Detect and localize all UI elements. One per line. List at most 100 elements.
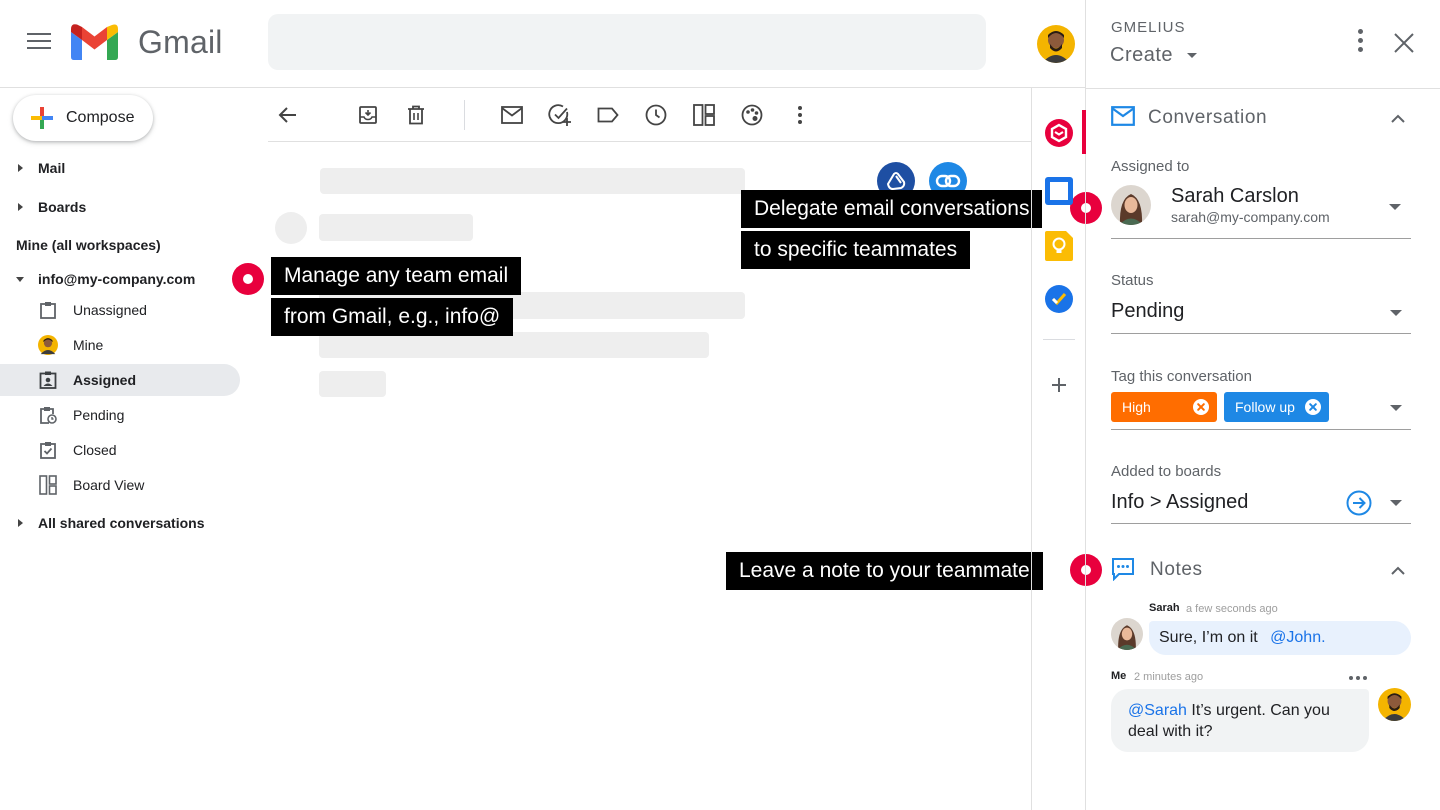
sidebar-item-closed[interactable]: Closed xyxy=(0,434,240,466)
remove-tag-icon[interactable] xyxy=(1305,399,1321,415)
hotspot-dot[interactable] xyxy=(1070,554,1102,586)
toolbar-divider xyxy=(464,100,465,130)
search-bar[interactable] xyxy=(268,14,986,70)
more-vert-icon[interactable] xyxy=(788,103,812,127)
app-strip-divider xyxy=(1031,88,1032,810)
board-icon xyxy=(38,475,58,495)
nav-mail[interactable]: Mail xyxy=(0,160,65,176)
gmelius-app-icon[interactable] xyxy=(1045,119,1073,147)
sidebar-item-label: Mine xyxy=(73,337,104,353)
delete-icon[interactable] xyxy=(404,103,428,127)
callout-note: Leave a note to your teammate xyxy=(726,552,1043,590)
sidebar-item-board-view[interactable]: Board View xyxy=(0,469,240,501)
gmail-wordmark: Gmail xyxy=(138,24,223,60)
status-value[interactable]: Pending xyxy=(1111,300,1184,323)
callout-delegate-line1: Delegate email conversations xyxy=(741,190,1043,228)
assignee-dropdown-icon[interactable] xyxy=(1389,204,1401,210)
remove-tag-icon[interactable] xyxy=(1193,399,1209,415)
note-options-icon[interactable] xyxy=(1348,668,1368,680)
collapse-icon xyxy=(16,276,24,282)
panel-more-icon[interactable] xyxy=(1350,29,1370,57)
sidebar-item-pending[interactable]: Pending xyxy=(0,399,240,431)
assignee-name: Sarah Carslon xyxy=(1171,185,1299,207)
hotspot-dot[interactable] xyxy=(1070,192,1102,224)
mail-icon xyxy=(1111,106,1137,130)
compose-label: Compose xyxy=(66,109,135,126)
conversation-section-title: Conversation xyxy=(1148,107,1268,128)
tag-underline xyxy=(1111,429,1411,430)
hotspot-dot[interactable] xyxy=(232,263,264,295)
subject-placeholder xyxy=(320,168,745,194)
assignee-avatar xyxy=(1111,185,1151,225)
assigned-to-label: Assigned to xyxy=(1111,158,1190,175)
board-icon[interactable] xyxy=(692,103,716,127)
nav-account[interactable]: info@my-company.com xyxy=(0,271,195,287)
gmelius-brand: GMELIUS xyxy=(1111,19,1186,36)
strip-divider xyxy=(1043,339,1075,340)
expand-icon xyxy=(18,203,23,211)
create-label: Create xyxy=(1110,44,1174,66)
assigned-icon xyxy=(38,370,58,390)
note-author-avatar xyxy=(1111,618,1143,650)
nav-boards[interactable]: Boards xyxy=(0,199,86,215)
tag-chip-follow-up[interactable]: Follow up xyxy=(1224,392,1329,422)
sender-name-placeholder xyxy=(319,214,473,241)
expand-icon xyxy=(18,164,23,172)
note-text: It’s urgent. Can you xyxy=(1186,702,1330,719)
note-author: Sarah xyxy=(1149,602,1180,614)
nav-mine-all-label: Mine (all workspaces) xyxy=(16,237,161,253)
sidebar-item-unassigned[interactable]: Unassigned xyxy=(0,294,240,326)
boards-dropdown-icon[interactable] xyxy=(1390,500,1402,506)
note-time: a few seconds ago xyxy=(1186,603,1278,615)
status-underline xyxy=(1111,333,1411,334)
nav-all-shared-label: All shared conversations xyxy=(38,515,205,531)
close-icon[interactable] xyxy=(1392,31,1416,55)
sidebar-item-label: Assigned xyxy=(73,372,137,388)
calendar-app-icon[interactable] xyxy=(1045,177,1073,205)
snooze-clock-icon[interactable] xyxy=(644,103,668,127)
compose-button[interactable]: Compose xyxy=(13,95,153,141)
tag-label: Tag this conversation xyxy=(1111,368,1252,385)
mark-unread-icon[interactable] xyxy=(500,103,524,127)
comment-icon xyxy=(1111,557,1137,582)
nav-account-label: info@my-company.com xyxy=(38,271,196,287)
gmail-logo-icon[interactable] xyxy=(71,24,118,60)
note-mention[interactable]: @Sarah xyxy=(1128,702,1187,719)
compose-plus-icon xyxy=(31,107,53,129)
nav-all-shared[interactable]: All shared conversations xyxy=(0,515,205,531)
sidebar-item-label: Board View xyxy=(73,477,145,493)
assignee-underline xyxy=(1111,238,1411,239)
clipboard-icon xyxy=(38,300,58,320)
note-bubble: @Sarah It’s urgent. Can you deal with it… xyxy=(1111,689,1369,752)
gmail-header: Gmail xyxy=(0,0,1085,88)
clipboard-clock-icon xyxy=(38,405,58,425)
add-app-plus-icon[interactable] xyxy=(1045,371,1073,399)
main-menu-icon[interactable] xyxy=(27,33,51,51)
add-task-icon[interactable] xyxy=(548,103,572,127)
archive-icon[interactable] xyxy=(356,103,380,127)
back-arrow-icon[interactable] xyxy=(276,103,300,127)
collapse-chevron-icon[interactable] xyxy=(1391,563,1405,577)
nav-mine-all[interactable]: Mine (all workspaces) xyxy=(16,237,161,253)
keep-app-icon[interactable] xyxy=(1045,231,1073,261)
collapse-chevron-icon[interactable] xyxy=(1391,111,1405,125)
create-dropdown[interactable]: Create xyxy=(1110,44,1198,67)
open-board-arrow-icon[interactable] xyxy=(1346,490,1372,516)
note-text: deal with it? xyxy=(1128,723,1213,740)
note-author: Me xyxy=(1111,670,1127,682)
status-label: Status xyxy=(1111,272,1154,289)
palette-icon[interactable] xyxy=(740,103,764,127)
sidebar-item-assigned[interactable]: Assigned xyxy=(0,364,240,396)
sidebar-item-label: Pending xyxy=(73,407,125,423)
tasks-app-icon[interactable] xyxy=(1045,285,1073,313)
note-mention[interactable]: @John. xyxy=(1270,629,1325,646)
boards-value[interactable]: Info > Assigned xyxy=(1111,491,1248,514)
status-dropdown-icon[interactable] xyxy=(1390,310,1402,316)
sidebar-item-mine[interactable]: Mine xyxy=(0,329,240,361)
label-icon[interactable] xyxy=(596,103,620,127)
tag-dropdown-icon[interactable] xyxy=(1390,405,1402,411)
boards-label: Added to boards xyxy=(1111,463,1222,480)
account-avatar[interactable] xyxy=(1037,25,1075,63)
note-text: Sure, I’m on it xyxy=(1159,629,1258,646)
tag-chip-high[interactable]: High xyxy=(1111,392,1217,422)
